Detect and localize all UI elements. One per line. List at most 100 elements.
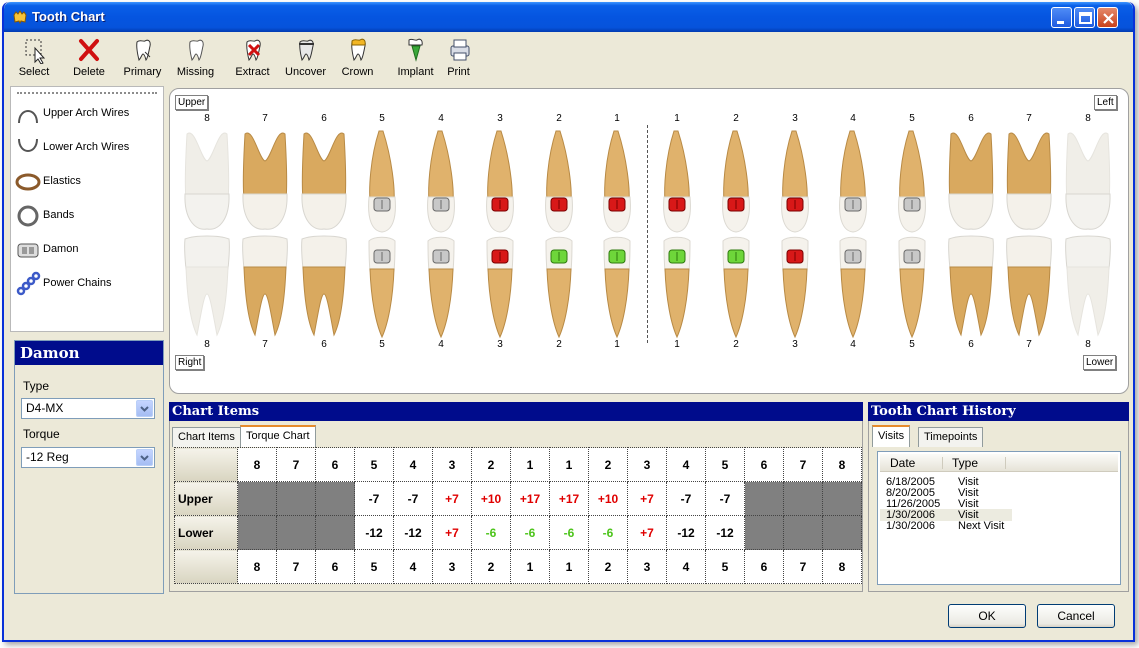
toolbar-select-button[interactable]: Select (10, 34, 58, 84)
torque-value-cell[interactable] (276, 481, 316, 516)
appliance-item[interactable]: Damon (15, 237, 161, 263)
torque-value-cell[interactable] (744, 515, 784, 550)
lower-tooth-crown (301, 235, 347, 270)
toolbar-crown-button[interactable]: Crown (337, 34, 378, 84)
missing-tooth-icon (188, 39, 204, 61)
torque-value-cell[interactable]: -12 (393, 515, 433, 550)
cancel-button[interactable]: Cancel (1037, 604, 1115, 628)
torque-value-cell[interactable] (822, 515, 862, 550)
chevron-down-icon[interactable] (136, 449, 153, 466)
tooth-number-cell: 8 (237, 447, 277, 482)
tooth-number-cell: 7 (783, 549, 823, 584)
torque-value-cell[interactable] (315, 481, 355, 516)
toolbar-extract-button[interactable]: Extract (225, 34, 280, 84)
torque-value-cell[interactable]: -12 (354, 515, 394, 550)
torque-value-cell[interactable]: -6 (588, 515, 628, 550)
torque-value-cell[interactable] (315, 515, 355, 550)
torque-row: Lower -12 -12 +7 -6 -6 -6 -6 +7 -12 -12 (174, 515, 862, 550)
lower-tooth-root (949, 266, 993, 337)
torque-value-cell[interactable] (237, 481, 277, 516)
tooth-number-cell: 4 (393, 549, 433, 584)
toolbar-label: Uncover (285, 66, 326, 78)
toolbar-missing-button[interactable]: Missing (168, 34, 223, 84)
printer-icon (450, 39, 469, 61)
title-bar[interactable]: Tooth Chart (4, 2, 1133, 32)
lower-tooth-root (1066, 266, 1110, 337)
visit-list[interactable]: Date Type 6/18/2005 Visit 8/20/2005 Visit 11… (877, 451, 1121, 585)
torque-value-cell[interactable] (237, 515, 277, 550)
toolbar-print-button[interactable]: Print (438, 34, 479, 84)
torque-value-cell[interactable] (783, 481, 823, 516)
torque-value-cell[interactable]: -12 (705, 515, 745, 550)
tooth-number-label: 3 (792, 339, 798, 350)
column-date[interactable]: Date (890, 456, 915, 470)
appliance-item[interactable]: Elastics (15, 169, 161, 195)
torque-value-cell[interactable]: +10 (588, 481, 628, 516)
visit-list-row[interactable]: 1/30/2006 Next Visit (880, 520, 1012, 532)
torque-value-cell[interactable]: +7 (432, 515, 472, 550)
upper-tooth-crown (184, 193, 230, 230)
appliance-label: Bands (43, 209, 75, 221)
toolbar-primary-button[interactable]: Primary (115, 34, 170, 84)
tooth-number-cell: 1 (549, 549, 589, 584)
tooth-chart-area[interactable]: Upper Left Right Lower 88776655443322111… (169, 88, 1129, 394)
minimize-button[interactable] (1051, 7, 1072, 28)
tab-torque-chart[interactable]: Torque Chart (240, 425, 316, 447)
chevron-down-icon[interactable] (136, 400, 153, 417)
torque-value-cell[interactable]: -7 (705, 481, 745, 516)
row-header-blank (174, 549, 238, 584)
appliance-item[interactable]: Lower Arch Wires (15, 135, 161, 161)
lower-tooth-root (185, 266, 229, 337)
appliance-item[interactable]: Upper Arch Wires (15, 101, 161, 127)
appliance-item[interactable]: Power Chains (15, 271, 161, 297)
visit-date: 1/30/2006 (886, 520, 935, 532)
toolbar-delete-button[interactable]: Delete (65, 34, 113, 84)
toolbar-uncover-button[interactable]: Uncover (278, 34, 333, 84)
torque-value-cell[interactable]: -6 (471, 515, 511, 550)
tooth-number-cell: 2 (588, 447, 628, 482)
chart-items-title: Chart Items (169, 402, 863, 421)
appliance-item[interactable]: Bands (15, 203, 161, 229)
toolbar-implant-button[interactable]: Implant (388, 34, 443, 84)
torque-value-cell[interactable] (783, 515, 823, 550)
type-select[interactable]: D4-MX (21, 398, 155, 419)
torque-value-cell[interactable] (822, 481, 862, 516)
torque-value-cell[interactable]: +7 (627, 515, 667, 550)
torque-value-cell[interactable]: +10 (471, 481, 511, 516)
torque-value-cell[interactable] (744, 481, 784, 516)
torque-select[interactable]: -12 Reg (21, 447, 155, 468)
tooth-number-cell: 6 (315, 549, 355, 584)
ok-button[interactable]: OK (948, 604, 1026, 628)
toolbar-label: Crown (341, 66, 374, 78)
torque-value-cell[interactable] (276, 515, 316, 550)
torque-value-cell[interactable]: -7 (354, 481, 394, 516)
close-button[interactable] (1097, 7, 1118, 28)
extract-tooth-icon (245, 39, 261, 61)
primary-tooth-icon (135, 39, 151, 61)
upper-tooth-root (1065, 132, 1111, 200)
torque-value-cell[interactable]: -7 (666, 481, 706, 516)
tab-timepoints[interactable]: Timepoints (918, 427, 984, 447)
torque-value-cell[interactable]: +7 (432, 481, 472, 516)
torque-value-cell[interactable]: -12 (666, 515, 706, 550)
tooth-number-cell: 8 (822, 447, 862, 482)
lower-tooth-root (604, 268, 630, 339)
torque-value-cell[interactable]: +7 (627, 481, 667, 516)
column-type[interactable]: Type (952, 456, 978, 470)
lower-tooth-crown (1006, 235, 1052, 270)
torque-value-cell[interactable]: +17 (510, 481, 550, 516)
torque-value-cell[interactable]: -6 (510, 515, 550, 550)
tooth-number-cell: 3 (432, 549, 472, 584)
tab-chart-items[interactable]: Chart Items (172, 427, 241, 447)
torque-value-cell[interactable]: +17 (549, 481, 589, 516)
tooth-number-label: 6 (321, 339, 327, 350)
history-panel: Visits Timepoints Date Type 6/18/2005 Vis… (868, 421, 1129, 592)
torque-value-cell[interactable]: -6 (549, 515, 589, 550)
torque-value-cell[interactable]: -7 (393, 481, 433, 516)
maximize-button[interactable] (1074, 7, 1095, 28)
torque-row: Upper -7 -7 +7 +10 +17 +17 +10 +7 -7 -7 (174, 481, 862, 516)
upper-tooth-root (428, 130, 454, 202)
lower-tooth-root (546, 268, 572, 339)
tooth-number-label: 5 (909, 113, 915, 124)
tab-visits[interactable]: Visits (872, 425, 911, 447)
